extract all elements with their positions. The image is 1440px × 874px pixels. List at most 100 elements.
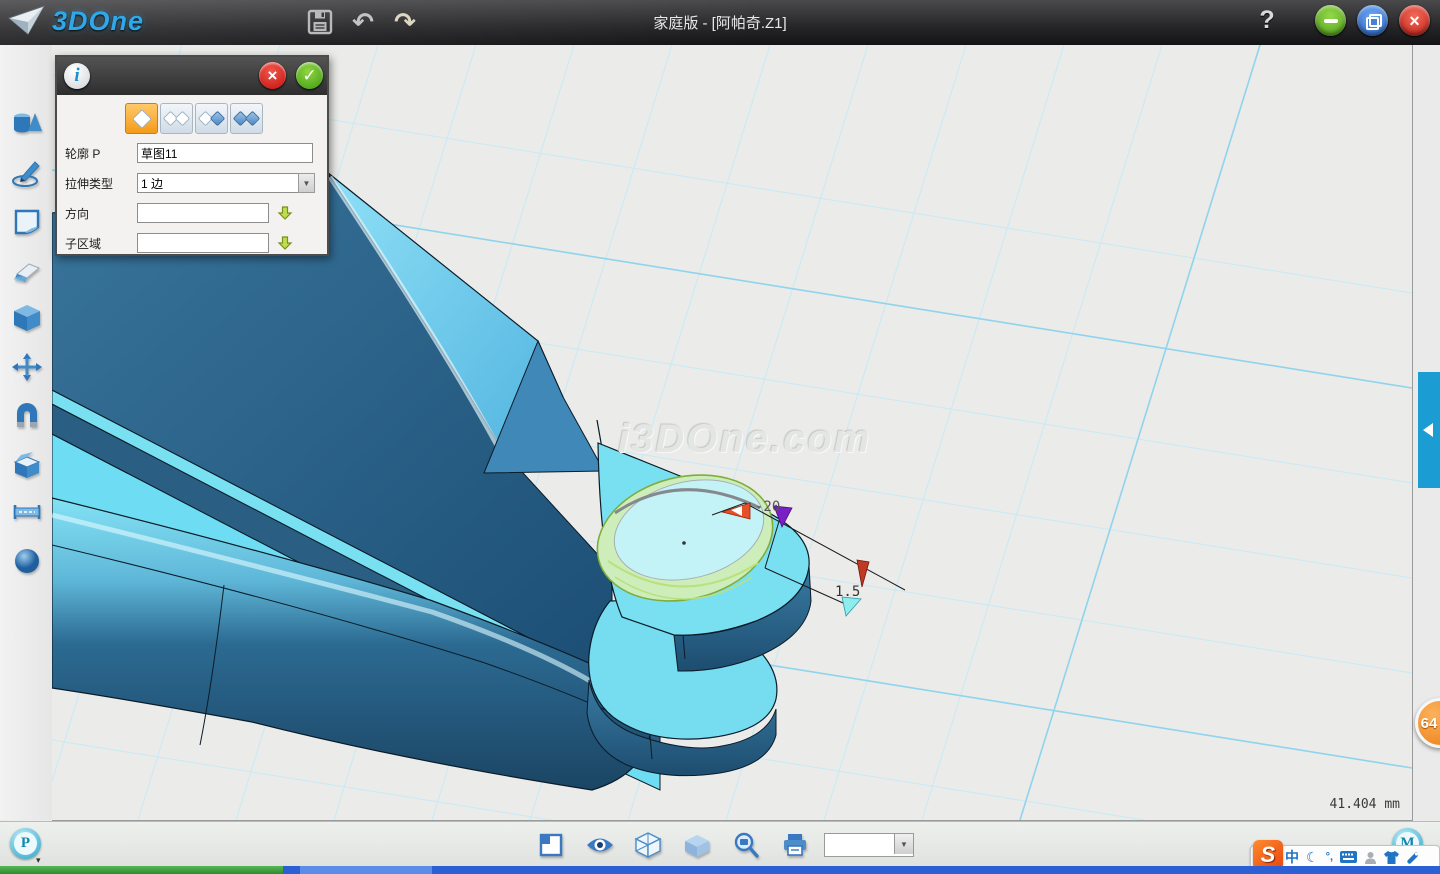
- chevron-down-icon: ▼: [303, 179, 311, 188]
- person-icon: [1364, 851, 1377, 864]
- redo-icon: ↷: [394, 7, 416, 38]
- shaded-view-button[interactable]: [680, 830, 714, 860]
- extrude-type-input[interactable]: [137, 173, 301, 193]
- direction-row: 方向: [65, 202, 319, 224]
- ime-fullhalf-icon[interactable]: ☾: [1306, 849, 1319, 866]
- dialog-cancel-button[interactable]: ×: [259, 62, 286, 89]
- p-badge-label: P: [14, 832, 37, 855]
- subregion-label: 子区域: [65, 235, 137, 252]
- mode-button-1[interactable]: [125, 103, 158, 134]
- extrude-dialog: i × ✓ 轮廓 P 拉伸类型 ▼ 方向: [55, 55, 329, 256]
- diamond-icon: [175, 111, 191, 127]
- printer-icon: [781, 832, 809, 858]
- p-badge-dropdown[interactable]: ▾: [36, 855, 41, 866]
- save-icon: [307, 9, 333, 35]
- mode-button-3[interactable]: [195, 103, 228, 134]
- undo-icon: ↶: [352, 7, 374, 38]
- eraser-button[interactable]: [10, 254, 44, 288]
- subregion-input[interactable]: [137, 233, 269, 253]
- subregion-row: 子区域: [65, 232, 319, 254]
- drag-arrow-direction[interactable]: [857, 560, 869, 587]
- zoom-view-button[interactable]: [729, 830, 763, 860]
- sketch-pencil-icon: [11, 158, 43, 188]
- surface-button[interactable]: [10, 205, 44, 239]
- minimize-icon: [1324, 19, 1338, 23]
- sketch-center-point: [682, 541, 686, 545]
- dialog-header[interactable]: i × ✓: [57, 57, 327, 95]
- app-logo: 3DOne: [8, 4, 144, 38]
- help-button[interactable]: ?: [1252, 6, 1282, 38]
- open-box-icon: [11, 450, 43, 480]
- measurement-readout: 41.404 mm: [1330, 797, 1400, 812]
- direction-label: 方向: [65, 205, 137, 222]
- subregion-pick-button[interactable]: [277, 235, 293, 251]
- wrench-icon: [1406, 851, 1419, 864]
- material-render-button[interactable]: [10, 544, 44, 578]
- measure-button[interactable]: [10, 495, 44, 529]
- ime-keyboard-button[interactable]: [1340, 851, 1357, 863]
- green-down-arrow-icon: [277, 235, 293, 251]
- app-name: 3DOne: [52, 6, 144, 37]
- profile-label: 轮廓 P: [65, 145, 137, 162]
- magnet-icon: [11, 401, 43, 431]
- expand-left-icon: [1423, 423, 1433, 437]
- primitive-solids-icon: [11, 109, 43, 139]
- sphere-icon: [11, 546, 43, 576]
- paper-plane-icon: [8, 4, 46, 38]
- shaded-cube-icon: [683, 831, 711, 859]
- title-bar: 3DOne ↶ ↷ 家庭版 - [阿帕奇.Z1] ? ×: [0, 0, 1440, 46]
- profile-input[interactable]: [137, 143, 313, 163]
- magnet-button[interactable]: [10, 399, 44, 433]
- surface-icon: [11, 207, 43, 237]
- keyboard-icon: [1340, 851, 1357, 863]
- ime-settings-button[interactable]: [1406, 851, 1419, 864]
- ime-account-button[interactable]: [1364, 851, 1377, 864]
- save-button[interactable]: [303, 6, 337, 38]
- dim-label-offset: 1.5: [835, 584, 860, 600]
- taskbar-sliver[interactable]: [0, 866, 1440, 874]
- panel-expand-tab[interactable]: [1418, 372, 1440, 488]
- extrude-mode-buttons: [125, 103, 327, 134]
- restore-icon: [1366, 14, 1379, 27]
- taskbar-window-sliver[interactable]: [300, 866, 432, 874]
- diamond-icon: [245, 111, 261, 127]
- left-toolbar: [0, 45, 53, 820]
- application-window: 3DOne ↶ ↷ 家庭版 - [阿帕奇.Z1] ? ×: [0, 0, 1440, 874]
- dialog-ok-button[interactable]: ✓: [296, 62, 323, 89]
- taskbar-start-sliver[interactable]: [0, 866, 283, 874]
- redo-button[interactable]: ↷: [388, 6, 422, 38]
- mode-button-4[interactable]: [230, 103, 263, 134]
- cube-icon: [11, 303, 43, 333]
- print-button[interactable]: [778, 830, 812, 860]
- ime-skin-button[interactable]: [1384, 851, 1399, 864]
- combo-dropdown-button[interactable]: ▼: [894, 834, 913, 854]
- close-icon: ×: [1409, 12, 1420, 30]
- visibility-button[interactable]: [583, 830, 617, 860]
- ime-punctuation-icon[interactable]: °,: [1326, 851, 1333, 863]
- profile-row: 轮廓 P: [65, 142, 319, 164]
- view-scale-combobox[interactable]: ▼: [824, 833, 914, 857]
- ime-language-toggle[interactable]: 中: [1285, 847, 1299, 867]
- minimize-button[interactable]: [1315, 5, 1346, 36]
- move-arrows-icon: [11, 352, 43, 382]
- zoom-magnifier-icon: [732, 831, 760, 859]
- undo-button[interactable]: ↶: [346, 6, 380, 38]
- extrude-type-row: 拉伸类型 ▼: [65, 172, 319, 194]
- mode-button-2[interactable]: [160, 103, 193, 134]
- restore-button[interactable]: [1357, 5, 1388, 36]
- feature-modeling-button[interactable]: [10, 301, 44, 335]
- view-layout-icon: [538, 832, 564, 858]
- measure-bracket-icon: [11, 497, 43, 527]
- view-layout-button[interactable]: [534, 830, 568, 860]
- special-feature-button[interactable]: [10, 448, 44, 482]
- direction-pick-button[interactable]: [277, 205, 293, 221]
- wireframe-view-button[interactable]: [631, 830, 665, 860]
- diamond-icon: [132, 109, 152, 129]
- primitive-solids-button[interactable]: [10, 107, 44, 141]
- sketch-button[interactable]: [10, 156, 44, 190]
- extrude-type-dropdown-button[interactable]: ▼: [298, 173, 315, 193]
- move-button[interactable]: [10, 350, 44, 384]
- close-button[interactable]: ×: [1399, 5, 1430, 36]
- direction-input[interactable]: [137, 203, 269, 223]
- eye-icon: [585, 834, 615, 856]
